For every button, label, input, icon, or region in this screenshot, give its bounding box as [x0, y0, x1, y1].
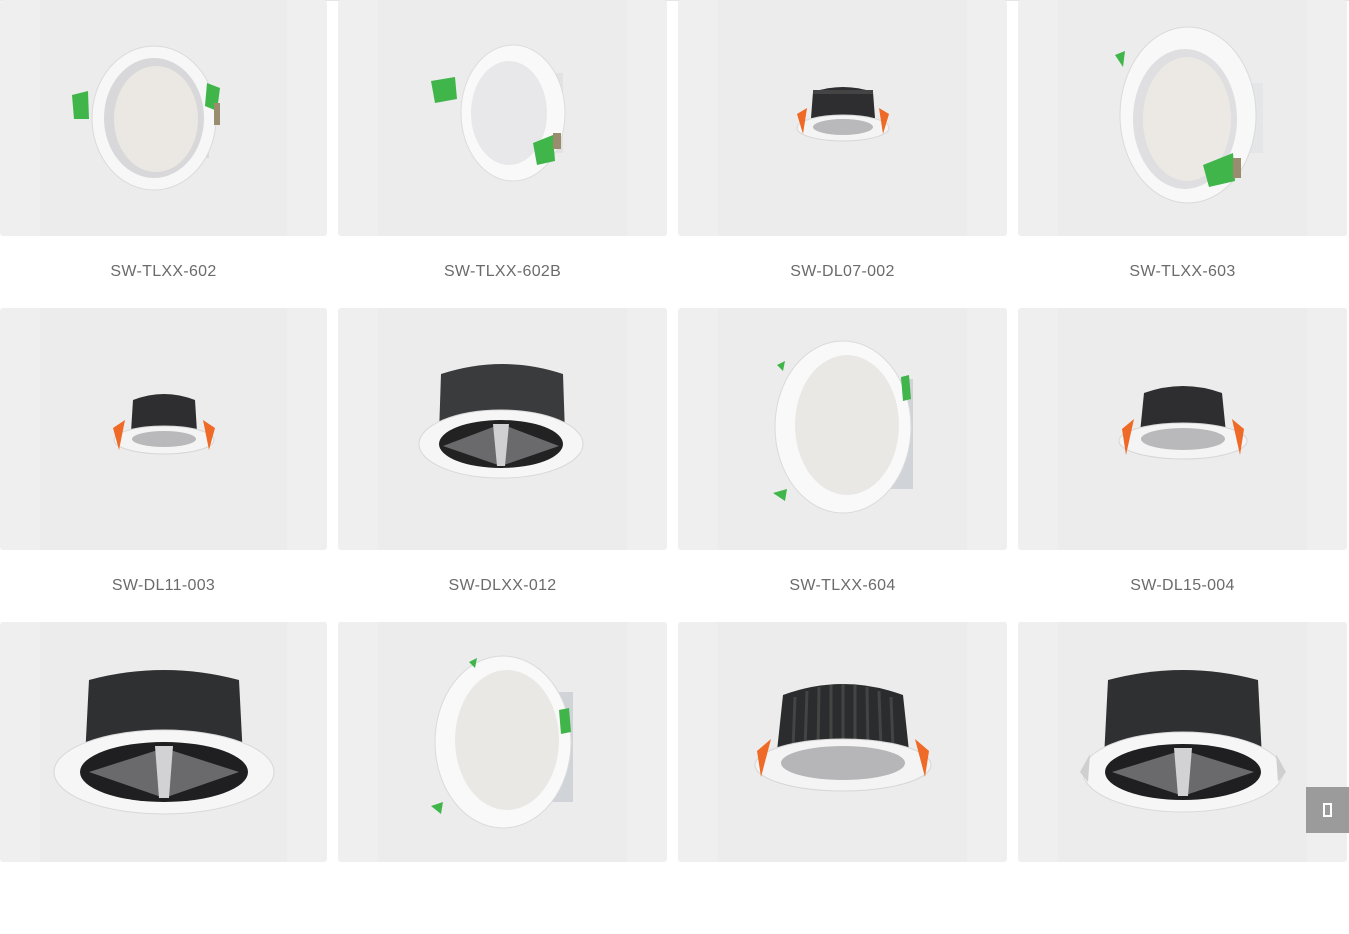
product-card[interactable]: SW-DLXX-012 — [338, 308, 667, 622]
product-model[interactable] — [338, 862, 667, 934]
downlight-icon — [796, 87, 889, 142]
product-model[interactable] — [0, 862, 327, 934]
scroll-to-top-button[interactable] — [1306, 787, 1349, 833]
product-image[interactable] — [678, 622, 1007, 862]
product-model[interactable]: SW-DLXX-012 — [338, 550, 667, 622]
product-model[interactable]: SW-DL07-002 — [678, 236, 1007, 308]
product-image[interactable] — [338, 622, 667, 862]
product-card[interactable]: SW-DL11-003 — [0, 308, 327, 622]
product-model[interactable]: SW-TLXX-602B — [338, 236, 667, 308]
product-card[interactable]: SW-TLXX-602B — [338, 0, 667, 308]
product-grid: SW-TLXX-602 SW-TLXX-602B SW-DL07-002 SW-… — [0, 0, 1349, 934]
product-model[interactable]: SW-DL15-004 — [1018, 550, 1347, 622]
product-model[interactable] — [678, 862, 1007, 934]
product-card[interactable] — [1018, 622, 1347, 934]
downlight-icon — [1114, 26, 1263, 204]
product-model[interactable]: SW-TLXX-604 — [678, 550, 1007, 622]
product-card[interactable]: SW-DL07-002 — [678, 0, 1007, 308]
product-card[interactable] — [0, 622, 327, 934]
downlight-icon — [53, 670, 274, 815]
product-image[interactable] — [338, 0, 667, 236]
product-card[interactable] — [338, 622, 667, 934]
product-image[interactable] — [678, 308, 1007, 550]
product-image[interactable] — [1018, 0, 1347, 236]
downlight-icon — [430, 44, 565, 182]
product-image[interactable] — [1018, 308, 1347, 550]
downlight-icon — [430, 655, 573, 829]
product-model[interactable]: SW-TLXX-602 — [0, 236, 327, 308]
product-image[interactable] — [1018, 622, 1347, 862]
product-card[interactable]: SW-TLXX-602 — [0, 0, 327, 308]
downlight-icon — [112, 394, 215, 455]
product-image[interactable] — [0, 622, 327, 862]
downlight-icon — [754, 684, 931, 792]
product-image[interactable] — [678, 0, 1007, 236]
downlight-icon — [772, 340, 913, 514]
scroll-to-top-icon — [1323, 803, 1332, 817]
product-image[interactable] — [338, 308, 667, 550]
product-card[interactable]: SW-DL15-004 — [1018, 308, 1347, 622]
product-model[interactable]: SW-DL11-003 — [0, 550, 327, 622]
downlight-icon — [1079, 670, 1286, 813]
downlight-icon — [1118, 386, 1247, 460]
product-model[interactable]: SW-TLXX-603 — [1018, 236, 1347, 308]
product-card[interactable]: SW-TLXX-603 — [1018, 0, 1347, 308]
product-card[interactable]: SW-TLXX-604 — [678, 308, 1007, 622]
product-image[interactable] — [0, 308, 327, 550]
downlight-icon — [418, 364, 583, 479]
downlight-icon — [71, 45, 220, 191]
product-image[interactable] — [0, 0, 327, 236]
product-model[interactable] — [1018, 862, 1347, 934]
product-card[interactable] — [678, 622, 1007, 934]
